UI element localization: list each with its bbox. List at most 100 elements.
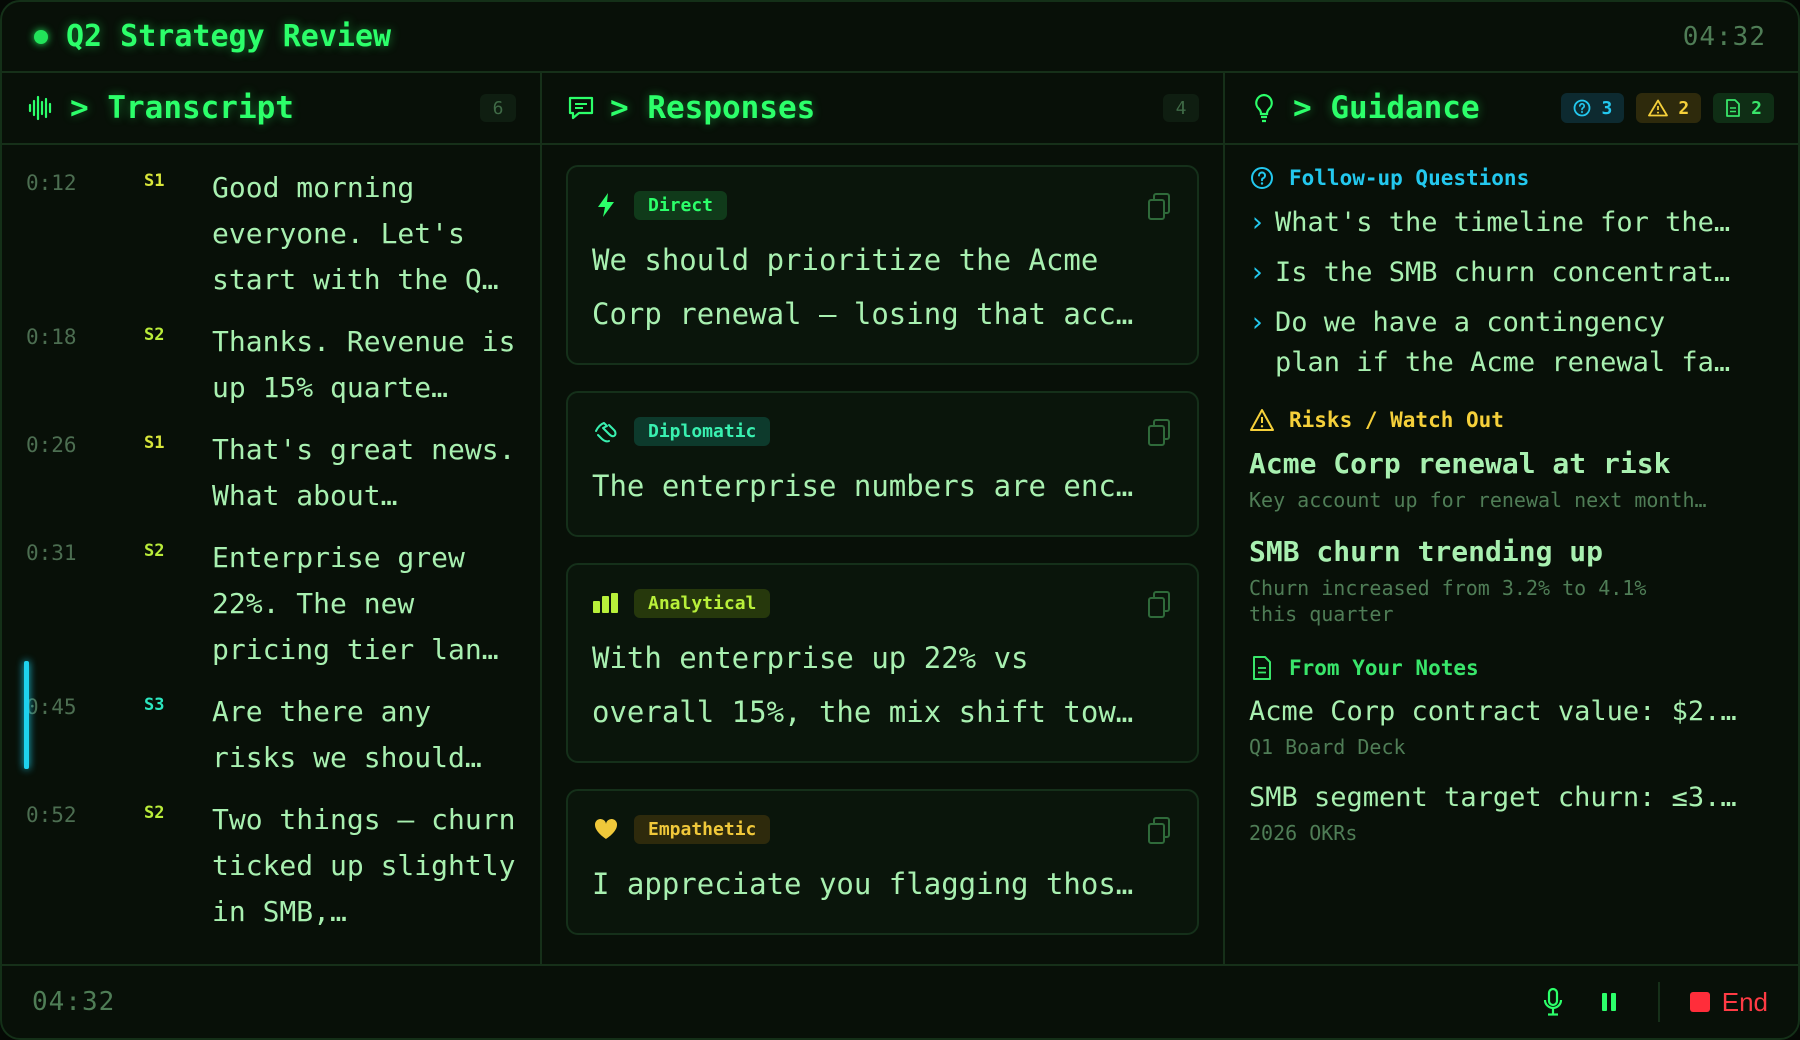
- note-item[interactable]: SMB segment target churn: ≤3.… 2026 OKRs: [1249, 779, 1772, 847]
- guidance-title: > Guidance: [1293, 90, 1480, 126]
- speaker-label: S3: [144, 695, 165, 715]
- risk-item[interactable]: Acme Corp renewal at risk Key account up…: [1249, 445, 1772, 513]
- transcript-panel: > Transcript 6 0:12 S1 Good morning ever…: [2, 73, 542, 964]
- timestamp: 0:45: [26, 695, 77, 719]
- utterance-text: Are there any risks we should…: [212, 695, 482, 774]
- risks-section-title: Risks / Watch Out: [1289, 408, 1504, 432]
- utterance-text: Good morning everyone. Let's start with …: [212, 171, 499, 296]
- transcript-header: > Transcript 6: [2, 73, 540, 145]
- speaker-label: S1: [144, 433, 165, 453]
- question-circle-icon: [1574, 99, 1591, 117]
- warning-triangle-icon: [1648, 99, 1669, 117]
- response-text: I appreciate you flagging thos…: [592, 867, 1134, 901]
- tone-tag: Empathetic: [634, 814, 771, 844]
- guidance-panel: > Guidance 3 2 2 Follow-up Questions › W…: [1225, 73, 1798, 964]
- lightbulb-icon: [1249, 93, 1279, 123]
- chevron-right-icon: ›: [1249, 307, 1266, 338]
- call-controls: End: [1538, 982, 1768, 1022]
- microphone-icon[interactable]: [1538, 986, 1568, 1018]
- transcript-row[interactable]: 0:18 S2 Thanks. Revenue is up 15% quarte…: [2, 319, 540, 411]
- response-card-direct[interactable]: Direct We should prioritize the Acme Cor…: [566, 165, 1199, 365]
- note-text: SMB segment target churn: ≤3.…: [1249, 782, 1737, 813]
- responses-panel: > Responses 4 Direct We should prioritiz…: [542, 73, 1225, 964]
- question-text: Do we have a contingency plan if the Acm…: [1275, 307, 1731, 378]
- speaker-label: S2: [144, 325, 165, 345]
- timestamp: 0:12: [26, 171, 77, 195]
- handshake-icon: [592, 417, 620, 445]
- app-window: Q2 Strategy Review 04:32 > Transcript 6 …: [0, 0, 1800, 1040]
- end-label: End: [1721, 986, 1768, 1017]
- responses-header: > Responses 4: [542, 73, 1223, 145]
- transcript-list: 0:12 S1 Good morning everyone. Let's sta…: [2, 145, 540, 935]
- timestamp: 0:18: [26, 325, 77, 349]
- risk-item[interactable]: SMB churn trending up Churn increased fr…: [1249, 533, 1772, 627]
- top-bar: Q2 Strategy Review 04:32: [2, 2, 1798, 73]
- question-circle-icon: [1249, 165, 1275, 191]
- warning-triangle-icon: [1249, 407, 1275, 433]
- risk-title: Acme Corp renewal at risk: [1249, 447, 1671, 480]
- guidance-badges: 3 2 2: [1561, 93, 1774, 123]
- response-text: We should prioritize the Acme Corp renew…: [592, 243, 1134, 331]
- tone-tag: Analytical: [634, 588, 771, 618]
- note-item[interactable]: Acme Corp contract value: $2.… Q1 Board …: [1249, 693, 1772, 761]
- risks-section-header: Risks / Watch Out: [1249, 407, 1772, 433]
- divider: [1657, 982, 1660, 1022]
- utterance-text: Two things — churn ticked up slightly in…: [212, 803, 516, 928]
- transcript-title: > Transcript: [70, 90, 294, 126]
- document-icon: [1726, 99, 1741, 117]
- transcript-row[interactable]: 0:31 S2 Enterprise grew 22%. The new pri…: [2, 535, 540, 673]
- question-item[interactable]: › What's the timeline for the…: [1249, 203, 1772, 243]
- tone-tag: Direct: [634, 190, 728, 220]
- question-item[interactable]: › Is the SMB churn concentrat…: [1249, 253, 1772, 293]
- timestamp: 0:31: [26, 541, 77, 565]
- response-card-diplomatic[interactable]: Diplomatic The enterprise numbers are en…: [566, 391, 1199, 537]
- question-item[interactable]: › Do we have a contingency plan if the A…: [1249, 303, 1772, 383]
- end-call-button[interactable]: End: [1689, 986, 1768, 1018]
- copy-icon[interactable]: [1147, 817, 1173, 847]
- notes-badge[interactable]: 2: [1713, 93, 1774, 123]
- transcript-row[interactable]: 0:26 S1 That's great news. What about…: [2, 427, 540, 519]
- tone-tag: Diplomatic: [634, 416, 771, 446]
- responses-count: 4: [1163, 94, 1199, 122]
- transcript-row[interactable]: 0:12 S1 Good morning everyone. Let's sta…: [2, 165, 540, 303]
- questions-section-header: Follow-up Questions: [1249, 165, 1772, 191]
- copy-icon[interactable]: [1147, 591, 1173, 621]
- copy-icon[interactable]: [1147, 193, 1173, 223]
- response-cards: Direct We should prioritize the Acme Cor…: [542, 145, 1223, 935]
- utterance-text: Thanks. Revenue is up 15% quarte…: [212, 325, 516, 404]
- response-card-analytical[interactable]: Analytical With enterprise up 22% vs ove…: [566, 563, 1199, 763]
- speaker-label: S2: [144, 803, 165, 823]
- elapsed-clock: 04:32: [1682, 21, 1766, 52]
- timestamp: 0:26: [26, 433, 77, 457]
- speaker-label: S2: [144, 541, 165, 561]
- risks-badge[interactable]: 2: [1636, 93, 1702, 123]
- chat-bubble-icon: [566, 93, 596, 123]
- responses-title: > Responses: [610, 90, 816, 126]
- risk-detail: Key account up for renewal next month…: [1249, 488, 1707, 512]
- guidance-body: Follow-up Questions › What's the timelin…: [1225, 145, 1798, 847]
- stop-icon: [1689, 992, 1710, 1012]
- risk-detail: Churn increased from 3.2% to 4.1% this q…: [1249, 576, 1647, 626]
- response-text: With enterprise up 22% vs overall 15%, t…: [592, 641, 1134, 729]
- transcript-row-active[interactable]: 0:45 S3 Are there any risks we should…: [2, 661, 540, 781]
- timestamp: 0:52: [26, 803, 77, 827]
- note-source: Q1 Board Deck: [1249, 735, 1406, 759]
- pause-icon[interactable]: [1594, 986, 1624, 1018]
- questions-count: 3: [1601, 97, 1613, 119]
- live-indicator: [34, 29, 48, 44]
- questions-badge[interactable]: 3: [1561, 93, 1625, 123]
- notes-count: 2: [1751, 97, 1762, 119]
- guidance-header: > Guidance 3 2 2: [1225, 73, 1798, 145]
- document-icon: [1249, 655, 1275, 681]
- note-text: Acme Corp contract value: $2.…: [1249, 696, 1737, 727]
- lightning-icon: [592, 191, 620, 219]
- copy-icon[interactable]: [1147, 419, 1173, 449]
- question-text: What's the timeline for the…: [1275, 207, 1731, 238]
- question-text: Is the SMB churn concentrat…: [1275, 257, 1731, 288]
- footer-elapsed-time: 04:32: [32, 987, 116, 1017]
- bar-chart-icon: [592, 589, 620, 617]
- transcript-row[interactable]: 0:52 S2 Two things — churn ticked up sli…: [2, 797, 540, 935]
- notes-section-title: From Your Notes: [1289, 656, 1479, 680]
- risk-title: SMB churn trending up: [1249, 535, 1604, 568]
- response-card-empathetic[interactable]: Empathetic I appreciate you flagging tho…: [566, 789, 1199, 935]
